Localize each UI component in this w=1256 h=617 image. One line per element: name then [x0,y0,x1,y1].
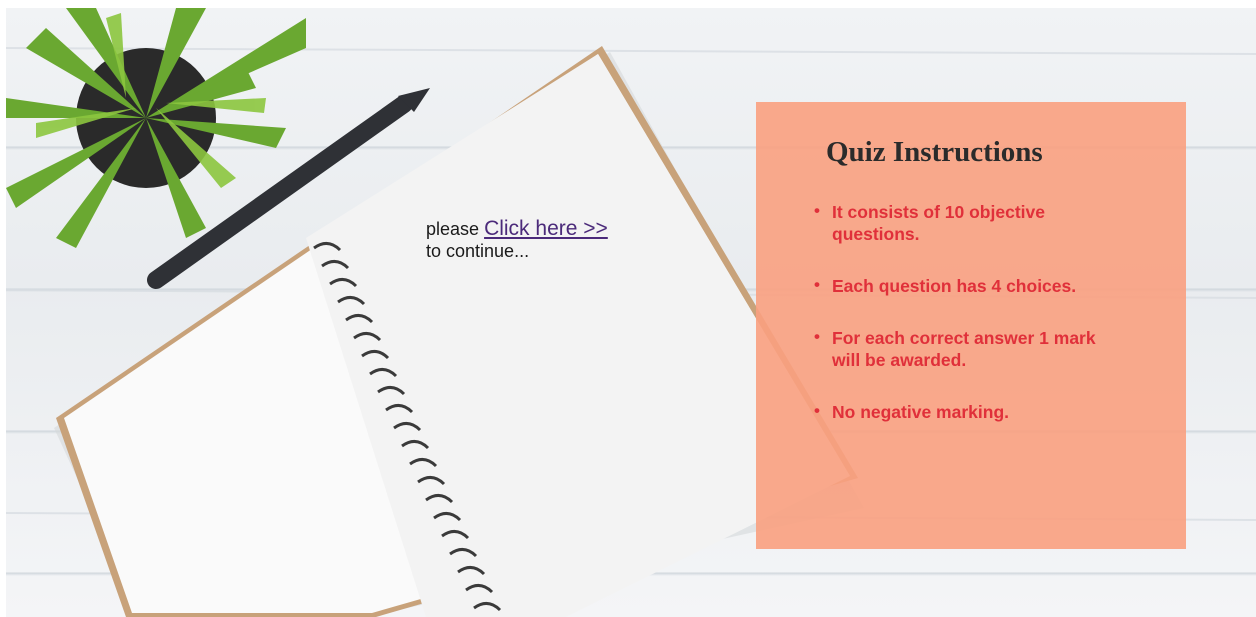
instructions-title: Quiz Instructions [826,136,1043,168]
list-item: • It consists of 10 objective questions. [814,201,1045,244]
continue-prompt: please Click here >> to continue... [426,216,686,263]
click-here-link[interactable]: Click here >> [484,217,608,240]
bullet-icon: • [814,327,820,346]
bullet-icon: • [814,401,820,420]
list-item: • No negative marking. [814,401,1009,422]
bullet-icon: • [814,275,820,294]
quiz-instructions-panel: Quiz Instructions • It consists of 10 obj… [756,102,1186,549]
list-item: • For each correct answer 1 mark will be … [814,327,1096,370]
prompt-prefix: please [426,219,480,239]
list-item: • Each question has 4 choices. [814,275,1077,296]
bullet-icon: • [814,201,820,220]
instructions-list: • It consists of 10 objective questions. … [756,201,1186,423]
prompt-suffix: to continue... [426,241,530,262]
